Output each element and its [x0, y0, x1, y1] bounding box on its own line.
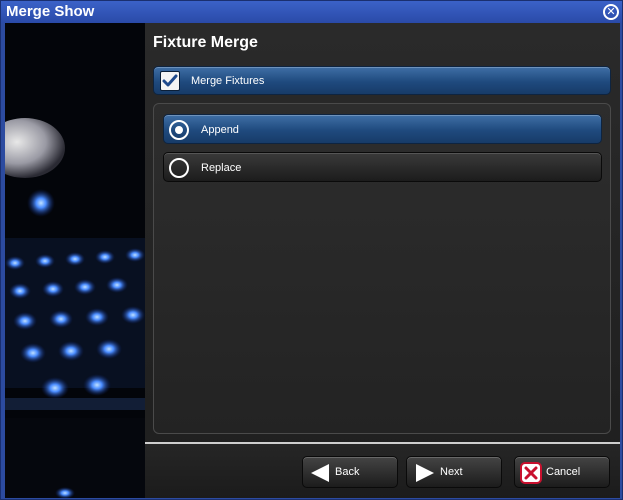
back-button[interactable]: Back: [302, 456, 398, 488]
page-title: Fixture Merge: [153, 34, 258, 51]
main-content: Fixture Merge Merge Fixtures Append Repl…: [145, 23, 620, 498]
option-replace-label: Replace: [201, 162, 242, 174]
merge-fixtures-label: Merge Fixtures: [191, 75, 265, 87]
cancel-x-icon: [520, 462, 542, 484]
radio-unselected-icon[interactable]: [169, 158, 189, 178]
merge-fixtures-toggle[interactable]: Merge Fixtures: [153, 66, 611, 95]
cancel-button[interactable]: Cancel: [514, 456, 610, 488]
next-button[interactable]: Next: [406, 456, 502, 488]
console-photo-icon: [5, 23, 145, 498]
merge-fixtures-checkbox[interactable]: [160, 71, 180, 91]
close-icon[interactable]: ✕: [603, 4, 619, 20]
decorative-side-image: [5, 23, 145, 498]
checkmark-icon: [162, 74, 178, 87]
cancel-button-label: Cancel: [546, 466, 581, 478]
option-append-label: Append: [201, 124, 239, 136]
window-title: Merge Show: [6, 3, 95, 20]
radio-selected-icon[interactable]: [169, 120, 189, 140]
merge-options-panel: Append Replace: [153, 103, 611, 434]
option-replace[interactable]: Replace: [163, 152, 602, 182]
merge-show-window: Merge Show ✕ Fixture Merge Merge Fixture…: [0, 0, 623, 500]
option-append[interactable]: Append: [163, 114, 602, 144]
title-bar: Merge Show ✕: [1, 1, 622, 23]
back-button-label: Back: [335, 466, 360, 478]
arrow-right-icon: [416, 464, 434, 482]
wizard-footer: Back Next Cancel: [145, 444, 620, 498]
arrow-left-icon: [311, 464, 329, 482]
next-button-label: Next: [440, 466, 463, 478]
